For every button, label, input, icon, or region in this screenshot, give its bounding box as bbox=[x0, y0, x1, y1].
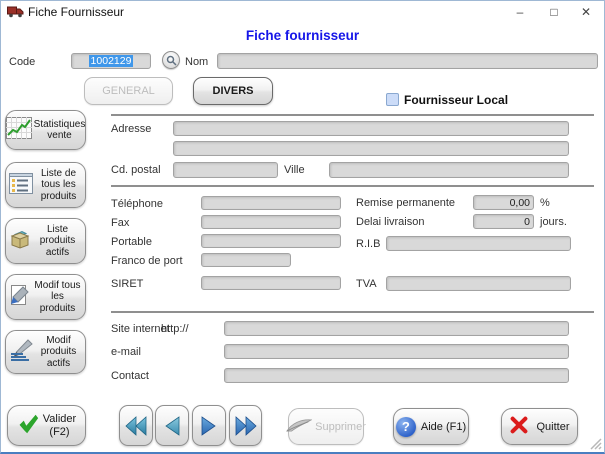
next-record-button[interactable] bbox=[192, 405, 226, 446]
delai-livraison-value: 0 bbox=[524, 216, 530, 228]
siret-input[interactable] bbox=[201, 276, 341, 290]
separator bbox=[111, 311, 594, 313]
pencil-icon bbox=[9, 339, 33, 365]
page-title: Fiche fournisseur bbox=[1, 28, 604, 43]
check-icon bbox=[17, 413, 39, 438]
code-input[interactable]: 1002129 bbox=[71, 53, 151, 69]
title-bar: Fiche Fournisseur – □ ✕ bbox=[1, 1, 604, 23]
search-icon bbox=[166, 55, 177, 66]
sidebar-button-label: Liste produits actifs bbox=[33, 224, 82, 259]
valider-button[interactable]: Valider (F2) bbox=[7, 405, 86, 446]
valider-label: Valider bbox=[43, 413, 76, 426]
franco-de-port-label: Franco de port bbox=[111, 255, 183, 267]
tab-general[interactable]: GENERAL bbox=[84, 77, 173, 105]
nom-label: Nom bbox=[185, 56, 208, 68]
supprimer-label: Supprimer bbox=[315, 421, 366, 433]
tab-divers[interactable]: DIVERS bbox=[193, 77, 273, 105]
sidebar-button-label: Statistiques vente bbox=[34, 119, 86, 142]
edit-document-icon bbox=[9, 284, 31, 310]
sidebar-button-label: Liste de tous les produits bbox=[35, 168, 82, 203]
package-icon bbox=[9, 228, 31, 254]
fournisseur-local-label: Fournisseur Local bbox=[404, 93, 508, 107]
search-supplier-button[interactable] bbox=[162, 51, 180, 69]
help-icon: ? bbox=[396, 417, 416, 437]
list-icon bbox=[9, 173, 33, 198]
contact-label: Contact bbox=[111, 370, 149, 382]
previous-record-icon bbox=[163, 416, 181, 436]
first-record-button[interactable] bbox=[119, 405, 153, 446]
rib-label: R.I.B bbox=[356, 238, 380, 250]
aide-label: Aide (F1) bbox=[421, 421, 466, 433]
fax-input[interactable] bbox=[201, 215, 341, 229]
sidebar-modif-tous-produits-button[interactable]: Modif tous les produits bbox=[5, 274, 86, 320]
remise-permanente-label: Remise permanente bbox=[356, 197, 455, 209]
adresse-label: Adresse bbox=[111, 123, 151, 135]
delai-livraison-label: Delai livraison bbox=[356, 216, 424, 228]
eraser-icon bbox=[286, 418, 312, 436]
valider-key: (F2) bbox=[49, 426, 69, 439]
contact-input[interactable] bbox=[224, 368, 569, 383]
code-label: Code bbox=[9, 56, 35, 68]
quitter-label: Quitter bbox=[536, 421, 569, 433]
last-record-icon bbox=[234, 416, 258, 436]
rib-input[interactable] bbox=[386, 236, 571, 251]
separator bbox=[111, 114, 594, 116]
first-record-icon bbox=[124, 416, 148, 436]
remise-suffix: % bbox=[540, 197, 550, 209]
sidebar-liste-produits-actifs-button[interactable]: Liste produits actifs bbox=[5, 218, 86, 264]
resize-grip[interactable] bbox=[588, 436, 602, 450]
telephone-input[interactable] bbox=[201, 196, 341, 210]
previous-record-button[interactable] bbox=[155, 405, 189, 446]
site-prefix: http:// bbox=[161, 323, 189, 335]
code-value: 1002129 bbox=[89, 55, 134, 67]
ville-label: Ville bbox=[284, 164, 305, 176]
nom-input[interactable] bbox=[217, 53, 598, 69]
ville-input[interactable] bbox=[329, 162, 569, 178]
tva-label: TVA bbox=[356, 278, 377, 290]
cd-postal-input[interactable] bbox=[173, 162, 278, 178]
site-internet-input[interactable] bbox=[224, 321, 569, 336]
telephone-label: Téléphone bbox=[111, 198, 163, 210]
remise-permanente-input[interactable]: 0,00 bbox=[473, 195, 534, 210]
sidebar-button-label: Modif produits actifs bbox=[35, 335, 82, 370]
email-label: e-mail bbox=[111, 346, 141, 358]
fiche-fournisseur-window: Fiche Fournisseur – □ ✕ Fiche fournisseu… bbox=[0, 0, 605, 454]
remise-permanente-value: 0,00 bbox=[510, 197, 530, 209]
sidebar-button-label: Modif tous les produits bbox=[33, 280, 82, 315]
sidebar-liste-tous-produits-button[interactable]: Liste de tous les produits bbox=[5, 162, 86, 208]
supprimer-button[interactable]: Supprimer bbox=[288, 408, 364, 445]
cd-postal-label: Cd. postal bbox=[111, 164, 161, 176]
sidebar-modif-produits-actifs-button[interactable]: Modif produits actifs bbox=[5, 330, 86, 374]
franco-de-port-input[interactable] bbox=[201, 253, 291, 267]
minimize-icon[interactable]: – bbox=[504, 1, 536, 23]
separator bbox=[111, 185, 594, 187]
fax-label: Fax bbox=[111, 217, 129, 229]
close-icon[interactable]: ✕ bbox=[570, 1, 602, 23]
quitter-button[interactable]: Quitter bbox=[501, 408, 578, 445]
delai-livraison-input[interactable]: 0 bbox=[473, 214, 534, 229]
window-title: Fiche Fournisseur bbox=[28, 5, 124, 19]
aide-button[interactable]: ? Aide (F1) bbox=[393, 408, 469, 445]
close-x-icon bbox=[509, 415, 529, 438]
fournisseur-local-checkbox[interactable] bbox=[386, 93, 399, 106]
portable-label: Portable bbox=[111, 236, 152, 248]
delai-suffix: jours. bbox=[540, 216, 567, 228]
email-input[interactable] bbox=[224, 344, 569, 359]
last-record-button[interactable] bbox=[229, 405, 262, 446]
tva-input[interactable] bbox=[386, 276, 571, 291]
portable-input[interactable] bbox=[201, 234, 341, 248]
maximize-icon[interactable]: □ bbox=[538, 1, 570, 23]
truck-app-icon bbox=[7, 5, 24, 23]
adresse-input-1[interactable] bbox=[173, 121, 569, 136]
next-record-icon bbox=[200, 416, 218, 436]
adresse-input-2[interactable] bbox=[173, 141, 569, 156]
chart-icon bbox=[6, 117, 32, 143]
sidebar-statistiques-vente-button[interactable]: Statistiques vente bbox=[5, 110, 86, 150]
siret-label: SIRET bbox=[111, 278, 143, 290]
